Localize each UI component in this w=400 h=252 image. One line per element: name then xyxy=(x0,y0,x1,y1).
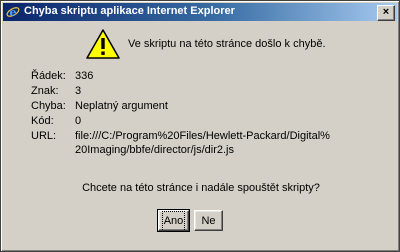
no-button-label: Ne xyxy=(201,215,216,227)
url-label: URL: xyxy=(31,130,57,142)
error-value: Neplatný argument xyxy=(75,100,168,112)
code-value: 0 xyxy=(75,115,82,127)
svg-text:e: e xyxy=(10,6,17,19)
line-label: Řádek: xyxy=(31,70,66,82)
internet-explorer-icon: e xyxy=(6,6,20,19)
url-value-line1: file:///C:/Program%20Files/Hewlett-Packa… xyxy=(75,130,330,142)
char-label: Znak: xyxy=(31,85,59,97)
title-bar[interactable]: e Chyba skriptu aplikace Internet Explor… xyxy=(3,3,397,21)
line-value: 336 xyxy=(75,70,94,82)
code-label: Kód: xyxy=(31,115,54,127)
yes-button-label: Ano xyxy=(161,211,186,232)
error-message: Ve skriptu na této stránce došlo k chybě… xyxy=(128,38,326,50)
yes-button[interactable]: Ano xyxy=(157,209,190,232)
error-dialog: e Chyba skriptu aplikace Internet Explor… xyxy=(0,0,400,252)
window-title: Chyba skriptu aplikace Internet Explorer xyxy=(24,5,235,17)
continue-question: Chcete na této stránce i nadále spouštět… xyxy=(82,182,320,194)
warning-icon xyxy=(86,29,120,59)
url-value-line2: 20Imaging/bbfe/director/js/dir2.js xyxy=(75,144,234,156)
char-value: 3 xyxy=(75,85,82,97)
no-button[interactable]: Ne xyxy=(194,210,223,231)
close-button[interactable]: × xyxy=(377,5,395,21)
error-label: Chyba: xyxy=(31,100,66,112)
